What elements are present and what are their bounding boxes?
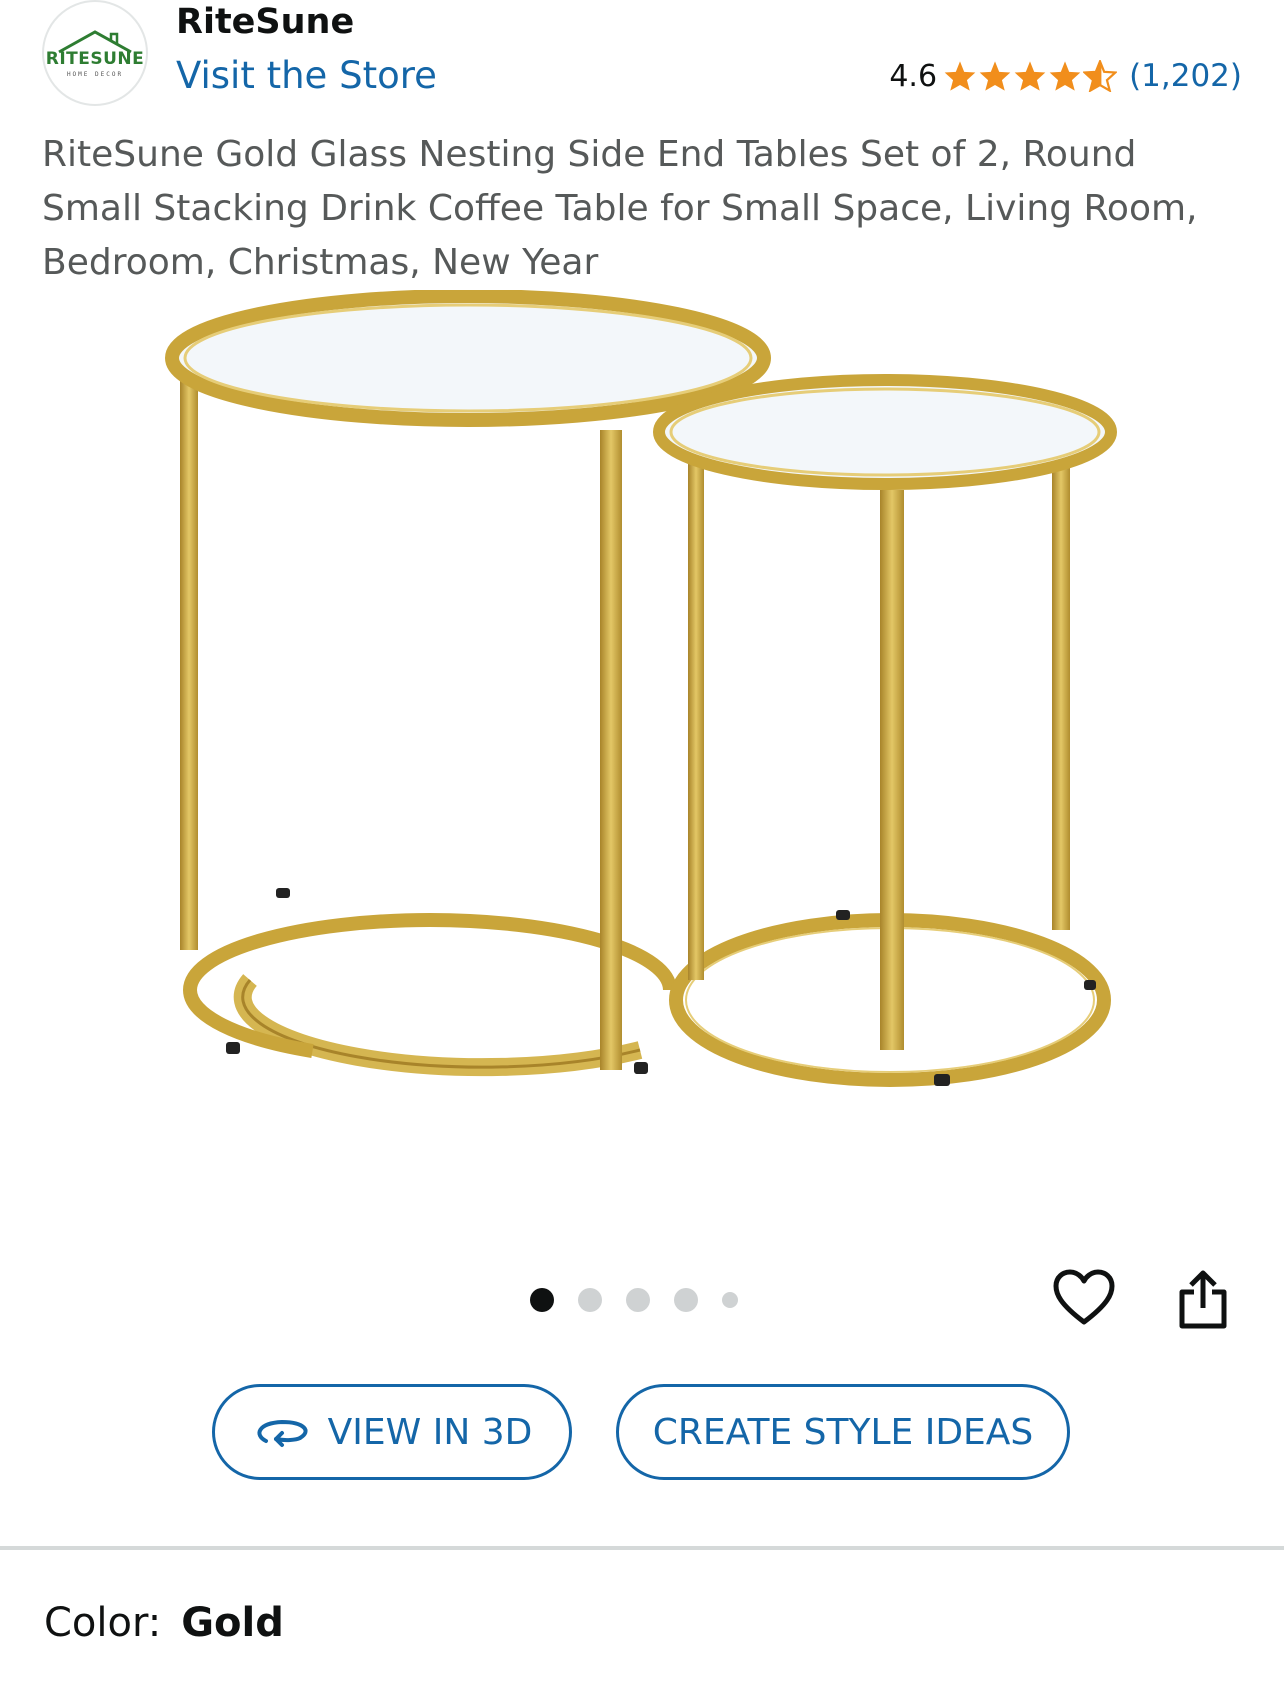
product-image[interactable] (0, 289, 1284, 1190)
create-style-ideas-label: CREATE STYLE IDEAS (652, 1411, 1034, 1453)
rating-value: 4.6 (889, 58, 938, 94)
carousel-dot[interactable] (626, 1288, 650, 1312)
brand-name: RiteSune (176, 2, 355, 42)
carousel-dot[interactable] (578, 1288, 602, 1312)
brand-logo[interactable]: RITESUNE HOME DECOR (42, 0, 148, 106)
carousel-dot-active[interactable] (530, 1288, 554, 1312)
color-label: Color: (44, 1600, 162, 1646)
star-icon (1048, 60, 1082, 92)
create-style-ideas-button[interactable]: CREATE STYLE IDEAS (616, 1384, 1070, 1480)
rating-count[interactable]: (1,202) (1129, 58, 1242, 94)
heart-icon[interactable] (1052, 1268, 1116, 1332)
half-star-icon (1083, 60, 1118, 92)
carousel-dot[interactable] (674, 1288, 698, 1312)
color-selector: Color: Gold (44, 1600, 284, 1646)
product-title: RiteSune Gold Glass Nesting Side End Tab… (42, 134, 1198, 283)
nesting-tables-illustration (165, 289, 1117, 1087)
view-in-3d-button[interactable]: VIEW IN 3D (212, 1384, 572, 1480)
star-rating (943, 60, 1118, 92)
star-icon (943, 60, 977, 92)
star-icon (1013, 60, 1047, 92)
logo-subtitle: HOME DECOR (66, 71, 124, 78)
color-value: Gold (181, 1600, 284, 1646)
logo-word: RITESUNE (45, 49, 145, 69)
carousel-dots[interactable] (530, 1288, 738, 1312)
view-in-3d-label: VIEW IN 3D (327, 1411, 533, 1453)
section-divider (0, 1546, 1284, 1550)
rating-summary[interactable]: 4.6 (1,202) (889, 58, 1242, 94)
carousel-dot[interactable] (722, 1292, 738, 1308)
product-page: RITESUNE HOME DECOR RiteSune Visit the S… (0, 0, 1284, 1689)
visit-store-link[interactable]: Visit the Store (176, 54, 437, 97)
share-icon[interactable] (1176, 1268, 1230, 1336)
star-icon (978, 60, 1012, 92)
rotate-3d-icon (257, 1419, 308, 1447)
